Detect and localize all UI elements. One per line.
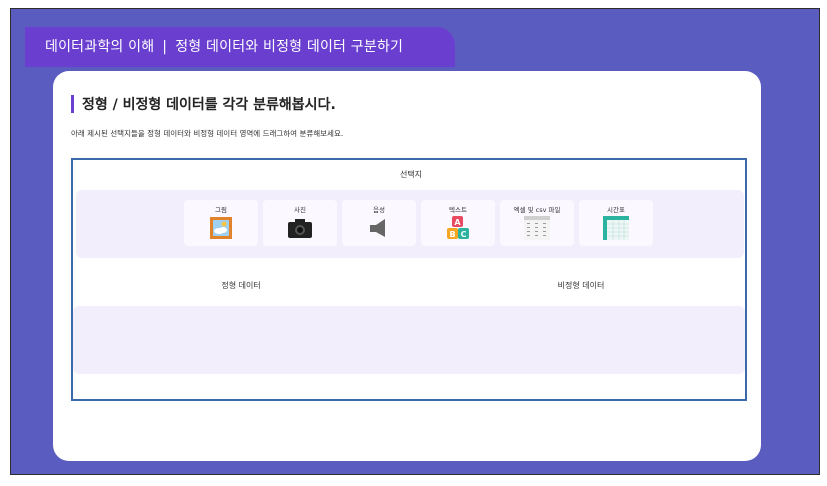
content-card: 정형 / 비정형 데이터를 각각 분류해봅시다. 아래 제시된 선택지들을 정형…	[53, 71, 761, 461]
structured-data-label: 정형 데이터	[221, 281, 261, 290]
page-title: 정형 / 비정형 데이터를 각각 분류해봅시다.	[82, 97, 336, 113]
choice-label: 음성	[373, 206, 385, 214]
choice-label: 시간표	[607, 206, 625, 214]
choice-label: 텍스트	[449, 206, 467, 214]
timetable-icon	[603, 216, 629, 240]
choice-photo[interactable]: 사진	[263, 200, 337, 246]
choice-label: 사진	[294, 206, 306, 214]
choice-picture[interactable]: 그림	[184, 200, 258, 246]
choice-timetable[interactable]: 시간표	[579, 200, 653, 246]
choice-spreadsheet[interactable]: 엑셀 및 csv 파일	[500, 200, 574, 246]
speaker-icon	[366, 216, 392, 240]
unstructured-data-label: 비정형 데이터	[557, 281, 605, 290]
activity-heading: 정형 / 비정형 데이터를 각각 분류해봅시다.	[71, 95, 336, 113]
lesson-header: 데이터과학의 이해 | 정형 데이터와 비정형 데이터 구분하기	[25, 27, 455, 67]
choices-area: 그림 사진 음성 텍스트 A B C 엑셀 및 csv 파일 시간표	[76, 190, 744, 258]
lesson-title: 정형 데이터와 비정형 데이터 구분하기	[175, 39, 404, 55]
camera-icon	[287, 216, 313, 240]
choices-label: 선택지	[399, 170, 423, 179]
instruction-text: 아래 제시된 선택지들을 정형 데이터와 비정형 데이터 영역에 드래그하여 분…	[71, 129, 344, 138]
unstructured-drop-zone[interactable]	[403, 306, 745, 374]
classification-board: 선택지 그림 사진 음성 텍스트 A B C 엑셀 및 csv 파일 시간표 정…	[71, 158, 747, 401]
choice-text[interactable]: 텍스트 A B C	[421, 200, 495, 246]
svg-text:C: C	[461, 230, 467, 239]
app-frame: 데이터과학의 이해 | 정형 데이터와 비정형 데이터 구분하기 정형 / 비정형 …	[10, 8, 820, 475]
header-separator: |	[162, 39, 168, 55]
choice-audio[interactable]: 음성	[342, 200, 416, 246]
spreadsheet-icon	[524, 216, 550, 240]
course-title: 데이터과학의 이해	[45, 39, 155, 55]
structured-drop-zone[interactable]	[73, 306, 415, 374]
abc-blocks-icon: A B C	[445, 216, 471, 240]
choice-label: 그림	[215, 206, 227, 214]
choice-label: 엑셀 및 csv 파일	[513, 206, 561, 214]
title-accent-bar	[71, 95, 74, 113]
picture-icon	[208, 216, 234, 240]
svg-text:A: A	[454, 218, 461, 227]
svg-text:B: B	[449, 230, 455, 239]
